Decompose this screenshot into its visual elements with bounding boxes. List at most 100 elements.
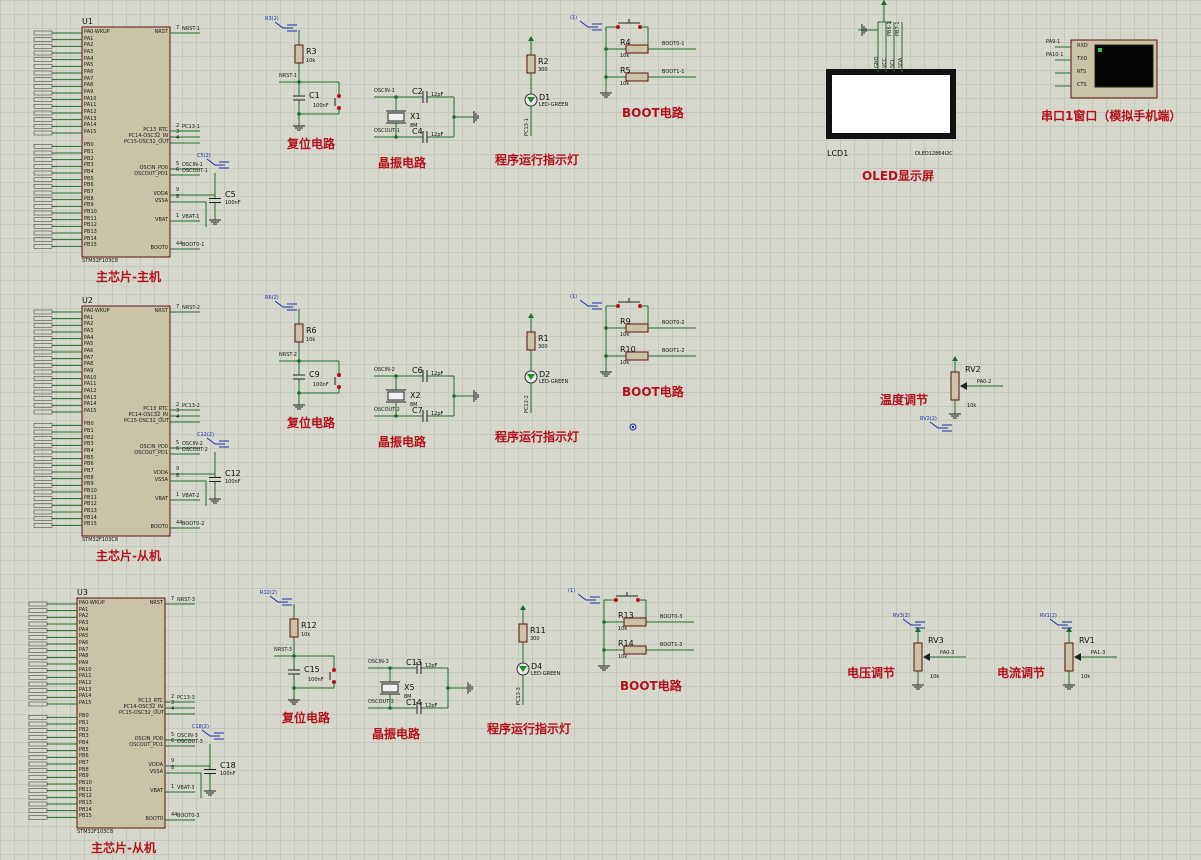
mcu-pin-number: 7 bbox=[176, 304, 180, 310]
mcu-pin-number: 1 bbox=[176, 213, 180, 219]
cap-value: 12pF bbox=[431, 411, 444, 417]
mcu-part: STM32F103C8 bbox=[77, 829, 113, 835]
resistor-ref: R10 bbox=[620, 345, 636, 354]
pot-ref: RV3 bbox=[928, 636, 944, 645]
mcu-pin-label: PB5 bbox=[84, 454, 94, 461]
resistor-ref: R1 bbox=[538, 334, 549, 343]
net-tag bbox=[33, 164, 53, 169]
net-label: BOOT0-1 bbox=[662, 41, 685, 47]
mcu-pin-number: 6 bbox=[171, 738, 175, 744]
net-tag bbox=[33, 197, 53, 202]
led-value: LED-GREEN bbox=[531, 671, 561, 677]
net-tag bbox=[28, 781, 48, 787]
net-label: NRST-1 bbox=[182, 26, 200, 32]
mcu-pin-label: PA0-WKUP bbox=[79, 600, 105, 606]
mcu-pin-label: PA9 bbox=[84, 89, 94, 95]
mcu-pin-label: PB0 bbox=[79, 713, 89, 720]
oled-ref: LCD1 bbox=[827, 149, 849, 158]
junction-dot bbox=[602, 648, 606, 652]
cap-value: 100nF bbox=[225, 479, 241, 485]
mcu-pin-label: PB4 bbox=[84, 169, 94, 175]
net-tag bbox=[33, 429, 53, 435]
net-tag bbox=[33, 329, 53, 335]
cap-ref: C2 bbox=[412, 87, 423, 96]
net-label: PC13-2 bbox=[182, 403, 200, 409]
net-tag bbox=[33, 230, 53, 236]
mcu-pin-label: PA14 bbox=[84, 401, 97, 408]
net-label: PC13-2 bbox=[524, 395, 530, 413]
net-label: VBAT-1 bbox=[182, 214, 200, 220]
mcu-pin-label: PA12 bbox=[84, 388, 97, 394]
oled-pin-label: SDA bbox=[898, 57, 904, 68]
mcu-pin-label: PA9 bbox=[79, 660, 89, 666]
mcu-pin-label: PB15 bbox=[84, 242, 97, 249]
net-label: BOOT0-2 bbox=[662, 320, 685, 326]
net-label: NRST-3 bbox=[274, 647, 292, 653]
cap-value: 100nF bbox=[313, 103, 329, 109]
cap-value: 100nF bbox=[220, 771, 236, 777]
mcu-pin-label: PB10 bbox=[79, 780, 92, 786]
oled-title: OLED显示屏 bbox=[862, 169, 935, 183]
mcu-pin-label: PA7 bbox=[84, 75, 94, 82]
led-value: LED-GREEN bbox=[539, 102, 569, 108]
net-tag bbox=[33, 436, 53, 441]
cap-value: 12pF bbox=[431, 132, 444, 138]
mcu-pin-label: PB5 bbox=[84, 175, 94, 182]
resistor-ref: R6 bbox=[306, 326, 317, 335]
net-tag bbox=[28, 681, 48, 687]
cap-ref: C18 bbox=[220, 761, 236, 770]
resistor-ref: R5 bbox=[620, 66, 631, 75]
net-tag bbox=[33, 37, 53, 42]
mcu-pin-label: PA11 bbox=[79, 673, 92, 680]
potentiometer-volt bbox=[913, 642, 923, 672]
led-ref: D1 bbox=[539, 93, 551, 102]
mcu-pin-label: PA12 bbox=[79, 680, 92, 686]
mcu-pin-label: PB2 bbox=[79, 726, 89, 733]
mcu-pin-label: PA6 bbox=[79, 640, 89, 646]
mcu-pin-label: PB11 bbox=[84, 215, 97, 222]
led-ref: D2 bbox=[539, 370, 551, 379]
mcu-pin-label: PA15 bbox=[84, 129, 97, 135]
block-title: BOOT电路 bbox=[622, 385, 684, 399]
resistor-value: 10k bbox=[301, 632, 311, 638]
resistor-row2-reset bbox=[294, 323, 304, 343]
net-tag bbox=[33, 403, 53, 408]
terminal-label: R12(2) bbox=[260, 590, 277, 596]
resistor-ref: R9 bbox=[620, 317, 631, 326]
net-label: BOOT1-2 bbox=[662, 348, 685, 354]
net-tag bbox=[28, 728, 48, 733]
net-tag bbox=[28, 748, 48, 753]
net-tag bbox=[33, 389, 53, 395]
net-tag bbox=[33, 70, 53, 76]
mcu-pin-label: PA9 bbox=[84, 368, 94, 374]
net-tag bbox=[33, 90, 53, 96]
net-tag bbox=[28, 741, 48, 747]
serial-pin-label: CTS bbox=[1077, 82, 1087, 88]
mcu-pin-label: PA13 bbox=[84, 394, 97, 401]
mcu-pin-label: PA1 bbox=[79, 606, 89, 613]
net-label: OSCOUT-3 bbox=[368, 699, 394, 705]
mcu-pin-label: OSCOUT_PD1 bbox=[134, 171, 168, 177]
net-tag bbox=[33, 30, 53, 36]
wiper-icon bbox=[1074, 653, 1081, 661]
net-tag bbox=[33, 144, 53, 149]
cursor-icon bbox=[1098, 48, 1102, 52]
oled-pin-label: SCL bbox=[890, 58, 896, 68]
net-tag bbox=[33, 516, 53, 521]
mcu-pin-label: PB3 bbox=[79, 733, 89, 740]
mcu-pin-label: PB13 bbox=[84, 229, 97, 235]
pot-value: 10k bbox=[967, 403, 977, 409]
mcu-pin-label: PA1 bbox=[84, 314, 94, 321]
net-tag bbox=[28, 628, 48, 633]
terminal-label: (1) bbox=[568, 588, 576, 594]
switch-contact bbox=[616, 304, 620, 308]
net-tag bbox=[33, 170, 53, 176]
net-tag bbox=[33, 409, 53, 415]
wire bbox=[195, 772, 202, 798]
mcu-pin-label: PB13 bbox=[79, 800, 92, 806]
junction-dot bbox=[604, 47, 608, 51]
mcu-pin-number: 8 bbox=[171, 765, 175, 771]
net-tag bbox=[33, 369, 53, 375]
cap-value: 12pF bbox=[425, 663, 438, 669]
net-tag bbox=[33, 523, 53, 528]
